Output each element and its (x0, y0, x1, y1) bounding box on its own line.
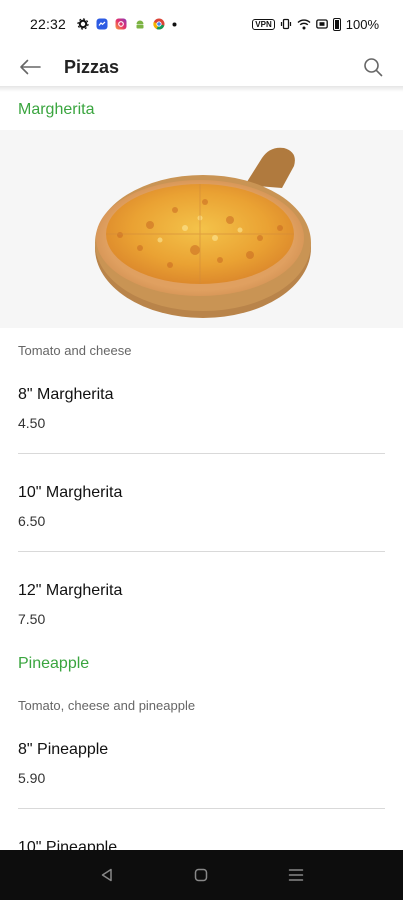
section-description-margherita: Tomato and cheese (18, 343, 132, 358)
divider (18, 453, 385, 454)
nav-home-button[interactable] (186, 860, 216, 890)
back-button[interactable] (18, 55, 42, 79)
pizza-illustration (95, 147, 311, 318)
vibrate-icon (280, 18, 291, 30)
section-title-pineapple: Pineapple (18, 655, 90, 672)
item-price: 4.50 (18, 415, 46, 431)
screen: 22:32 VPN 100% Pizzas Margherita Tomato … (0, 0, 403, 900)
item-price: 6.50 (18, 513, 46, 529)
list-item[interactable]: 10" Margherita 6.50 (0, 484, 403, 529)
battery-percent: 100% (345, 16, 379, 32)
arrow-left-icon (20, 59, 41, 75)
section-description-pineapple: Tomato, cheese and pineapple (18, 698, 196, 713)
navigation-bar (0, 850, 403, 900)
vpn-icon: VPN (252, 18, 275, 30)
status-time: 22:32 (30, 16, 67, 32)
item-price: 7.50 (18, 611, 46, 627)
battery-icon (332, 17, 341, 31)
divider (18, 808, 385, 809)
wifi-icon (297, 19, 311, 30)
status-right: VPN 100% (252, 17, 379, 32)
status-left: 22:32 (30, 16, 177, 32)
item-name: 8" Margherita (18, 386, 114, 403)
item-name: 8" Pineapple (18, 741, 109, 758)
messenger-icon (96, 18, 108, 30)
page-title: Pizzas (64, 56, 120, 77)
divider (18, 551, 385, 552)
menu-list[interactable]: Margherita Tomato and cheese 8" Margheri… (0, 92, 403, 868)
search-button[interactable] (361, 55, 385, 79)
android-icon (136, 20, 144, 29)
dot-icon (172, 22, 177, 26)
pizza-image (0, 130, 403, 328)
settings-icon (77, 18, 89, 30)
nav-home-icon (195, 868, 208, 882)
search-icon (364, 58, 383, 77)
status-bar: 22:32 VPN 100% (0, 0, 403, 48)
section-title-margherita: Margherita (18, 101, 95, 118)
item-name: 10" Margherita (18, 484, 123, 501)
nav-recents-icon (288, 869, 304, 881)
nav-back-icon (101, 868, 112, 882)
item-price: 5.90 (18, 770, 46, 786)
list-item[interactable]: 12" Margherita 7.50 (0, 582, 403, 627)
screen-record-icon (315, 19, 328, 29)
nav-recents-button[interactable] (281, 860, 311, 890)
chrome-icon (153, 18, 165, 30)
item-name: 12" Margherita (18, 582, 123, 599)
app-bar: Pizzas (0, 48, 403, 86)
list-item[interactable]: 8" Pineapple 5.90 (0, 741, 403, 786)
list-item[interactable]: 8" Margherita 4.50 (0, 386, 403, 431)
instagram-icon (115, 18, 127, 30)
nav-back-button[interactable] (92, 860, 122, 890)
